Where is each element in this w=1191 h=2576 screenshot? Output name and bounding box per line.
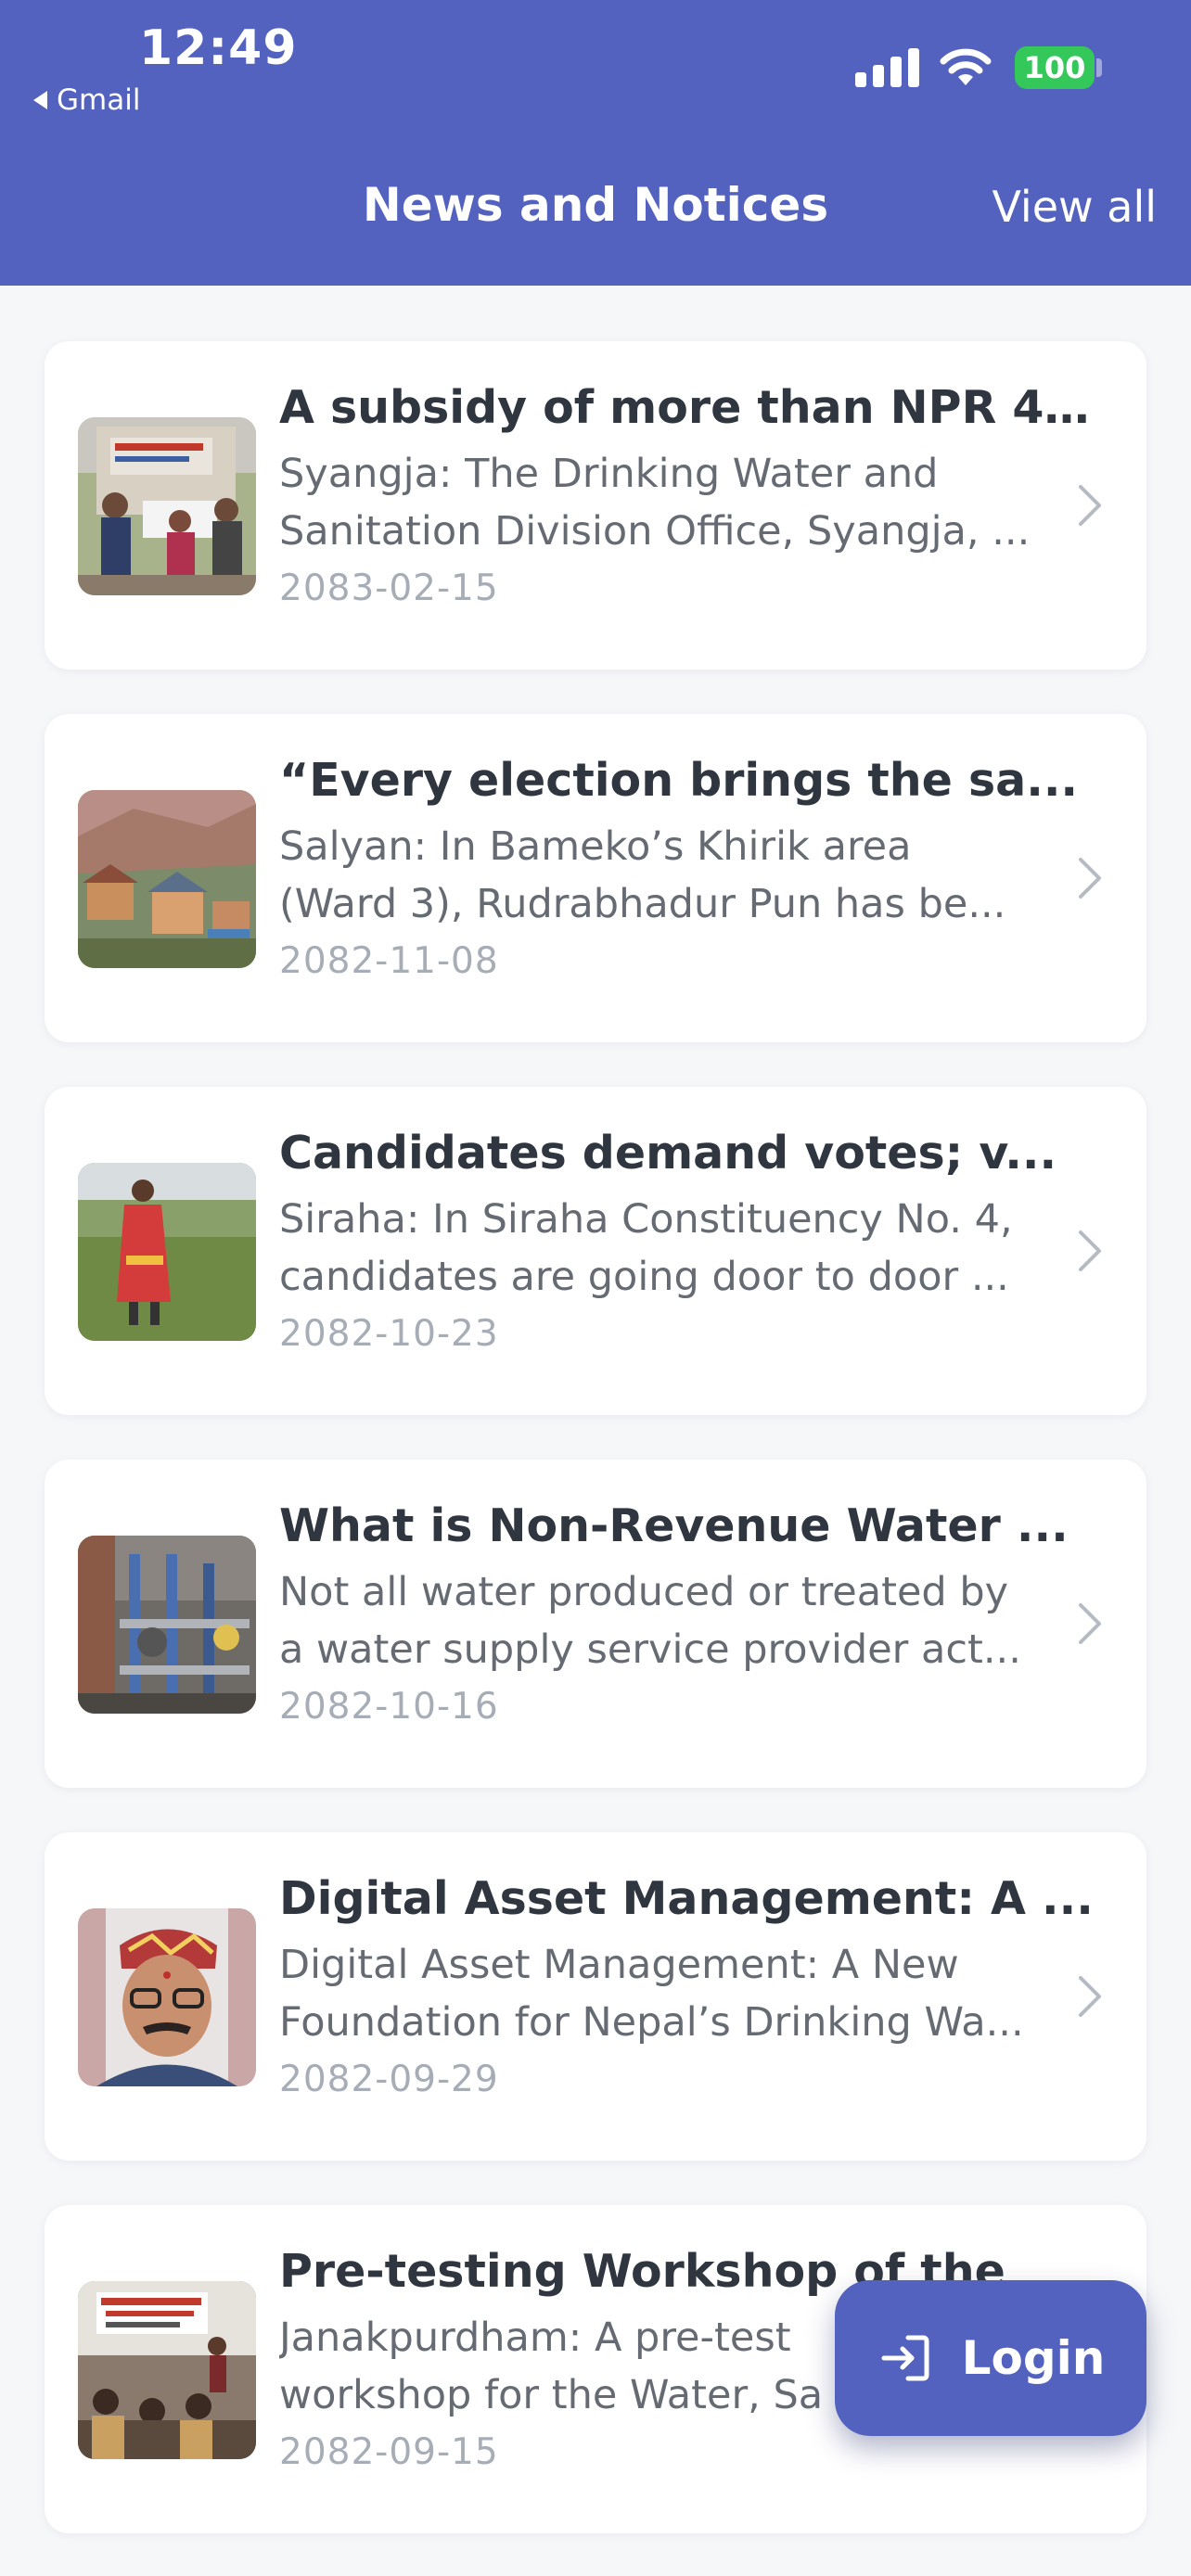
chevron-right-icon xyxy=(1079,858,1101,899)
back-arrow-icon xyxy=(33,91,47,109)
news-description: Syangja: The Drinking Water and Sanitati… xyxy=(279,451,1031,555)
news-card[interactable]: A subsidy of more than NPR 4... Syangja:… xyxy=(45,341,1146,670)
chevron-right-icon xyxy=(1079,485,1101,526)
news-title: What is Non-Revenue Water ... xyxy=(279,1499,1069,1552)
chevron-right-icon xyxy=(1079,1603,1101,1644)
wifi-icon xyxy=(940,48,992,85)
news-description: Salyan: In Bameko’s Khirik area (Ward 3)… xyxy=(279,823,1006,927)
news-thumbnail xyxy=(78,417,256,595)
news-description: Siraha: In Siraha Constituency No. 4, ca… xyxy=(279,1196,1013,1300)
news-card[interactable]: What is Non-Revenue Water ... Not all wa… xyxy=(45,1460,1146,1788)
news-thumbnail xyxy=(78,2281,256,2459)
news-title: Digital Asset Management: A ... xyxy=(279,1872,1094,1925)
battery-tip xyxy=(1096,58,1102,77)
chevron-right-icon xyxy=(1079,1976,1101,2017)
news-title: A subsidy of more than NPR 4... xyxy=(279,381,1095,434)
status-time: 12:49 xyxy=(139,20,298,76)
news-date: 2082-11-08 xyxy=(279,940,499,982)
login-button[interactable]: Login xyxy=(835,2280,1146,2436)
chevron-right-icon xyxy=(1079,1231,1101,1271)
news-title: “Every election brings the sa... xyxy=(279,754,1079,807)
news-card[interactable]: Digital Asset Management: A ... Digital … xyxy=(45,1832,1146,2161)
news-card[interactable]: Candidates demand votes; v... Siraha: In… xyxy=(45,1087,1146,1415)
login-icon xyxy=(881,2335,929,2381)
news-description: Digital Asset Management: A New Foundati… xyxy=(279,1942,1024,2046)
news-date: 2082-10-23 xyxy=(279,1313,499,1355)
news-thumbnail xyxy=(78,790,256,968)
news-thumbnail xyxy=(78,1908,256,2086)
login-label: Login xyxy=(961,2331,1106,2385)
news-date: 2082-10-16 xyxy=(279,1686,499,1728)
news-card[interactable]: “Every election brings the sa... Salyan:… xyxy=(45,714,1146,1042)
cellular-signal-icon xyxy=(855,45,919,87)
news-list: A subsidy of more than NPR 4... Syangja:… xyxy=(45,341,1146,2576)
back-app-label: Gmail xyxy=(57,83,141,117)
back-to-app-link[interactable]: Gmail xyxy=(33,83,140,117)
news-date: 2082-09-29 xyxy=(279,2059,499,2100)
view-all-link[interactable]: View all xyxy=(992,182,1157,232)
news-thumbnail xyxy=(78,1163,256,1341)
news-title: Candidates demand votes; v... xyxy=(279,1127,1057,1180)
news-thumbnail xyxy=(78,1536,256,1714)
news-date: 2082-09-15 xyxy=(279,2431,499,2473)
news-description: Not all water produced or treated by a w… xyxy=(279,1569,1021,1673)
battery-icon: 100 xyxy=(1015,46,1095,89)
app-header: 12:49 Gmail 100 News and Notices View al… xyxy=(0,0,1191,286)
news-date: 2083-02-15 xyxy=(279,567,499,609)
